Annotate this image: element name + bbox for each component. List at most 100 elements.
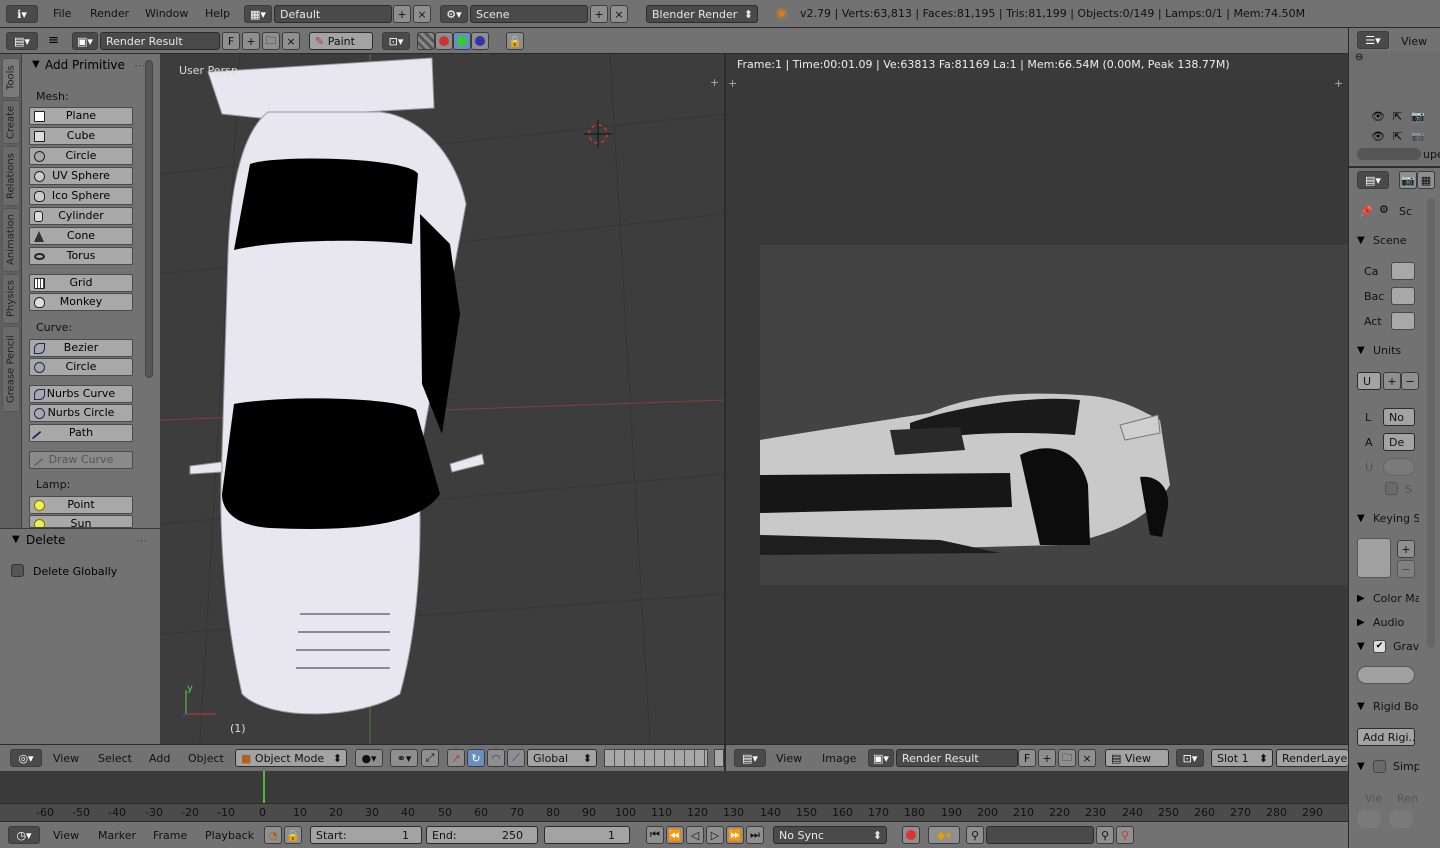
editor-type-outliner-icon[interactable]: ☰▾	[1357, 31, 1389, 49]
lock-range-icon[interactable]: 🔒	[284, 826, 302, 844]
add-plane-button[interactable]: Plane	[29, 107, 133, 125]
outliner-divider[interactable]	[1349, 166, 1440, 168]
editor-type-image-bottom-icon[interactable]: ▤▾	[734, 749, 766, 767]
render-engine-select[interactable]: Blender Render ⬍	[646, 5, 758, 23]
manipulator-toggle-icon[interactable]: ⤢	[421, 749, 439, 767]
simplify-checkbox[interactable]	[1373, 760, 1386, 773]
layer-buttons[interactable]	[604, 749, 708, 767]
add-layout-button[interactable]: +	[393, 5, 411, 23]
outliner-collapse-icon[interactable]: ⊖	[1355, 52, 1363, 63]
menu-file[interactable]: File	[53, 7, 71, 20]
editor-type-3d-icon[interactable]: ◎▾	[10, 749, 42, 767]
fake-user-bottom-button[interactable]: F	[1018, 749, 1036, 767]
add-bezier-button[interactable]: Bezier	[29, 339, 133, 357]
active-keying-set-field[interactable]	[986, 826, 1094, 844]
jump-keyframe-back-icon[interactable]: ⏪	[666, 826, 684, 844]
editor-type-info-icon[interactable]: ℹ▾	[6, 5, 38, 23]
panel-collapse-icon[interactable]: ▼	[32, 59, 40, 70]
preview-range-icon[interactable]: ◔	[264, 826, 282, 844]
panel-drag-icon[interactable]: ⋯	[134, 59, 145, 72]
image-browse-icon[interactable]: ▣▾	[72, 32, 98, 50]
editor-type-timeline-icon[interactable]: ◷▾	[8, 826, 40, 844]
draw-curve-button[interactable]: Draw Curve	[29, 451, 133, 474]
keying-set-icon[interactable]: ◆▾	[928, 826, 960, 844]
tab-physics[interactable]: Physics	[2, 274, 20, 324]
pivot-icon[interactable]: ⊡▾	[382, 32, 410, 50]
image-menu-image[interactable]: Image	[822, 752, 856, 765]
unlink-image-bottom-button[interactable]: ×	[1078, 749, 1096, 767]
editor-type-properties-icon[interactable]: ▤▾	[1357, 171, 1389, 189]
units-panel-title[interactable]: Units	[1373, 344, 1419, 357]
start-frame-field[interactable]: Start: 1	[310, 826, 422, 844]
gravity-checkbox[interactable]: ✔	[1373, 640, 1386, 653]
add-scene-button[interactable]: +	[590, 5, 608, 23]
lock-icon[interactable]: 🔒	[506, 32, 524, 50]
render-camera-icon[interactable]: 📷	[1411, 130, 1425, 143]
transform-orientation-select[interactable]: Global ⬍	[527, 749, 597, 767]
draw-channels-color-icon[interactable]	[435, 32, 453, 50]
open-image-bottom-button[interactable]: 🗀	[1058, 749, 1076, 767]
current-frame-field[interactable]: 1	[544, 826, 630, 844]
add-point-lamp-button[interactable]: Point	[29, 496, 133, 514]
viewport-shading-icon[interactable]: ●▾	[355, 749, 383, 767]
image-corner-plus-right-icon[interactable]: +	[1334, 77, 1343, 90]
tab-relations[interactable]: Relations	[2, 146, 20, 206]
lock-camera-button[interactable]	[714, 749, 724, 767]
visibility-eye-icon[interactable]: 👁	[1371, 130, 1385, 143]
keying-add-button[interactable]: +	[1397, 540, 1415, 558]
separate-units-checkbox[interactable]	[1385, 482, 1398, 495]
outliner-view-menu[interactable]: View	[1401, 35, 1427, 48]
tab-tools[interactable]: Tools	[2, 58, 20, 98]
audio-expand-icon[interactable]: ▶	[1357, 617, 1365, 628]
add-sun-lamp-button[interactable]: Sun	[29, 515, 133, 528]
scene-panel-collapse-icon[interactable]: ▼	[1357, 235, 1365, 246]
scale-manipulator-icon[interactable]: ◠	[487, 749, 505, 767]
fake-user-button[interactable]: F	[222, 32, 240, 50]
add-monkey-button[interactable]: Monkey	[29, 293, 133, 311]
viewport-menu-view[interactable]: View	[53, 752, 79, 765]
keying-sets-title[interactable]: Keying S	[1373, 512, 1419, 525]
add-curve-circle-button[interactable]: Circle	[29, 358, 133, 376]
draw-channels-z-icon[interactable]	[471, 32, 489, 50]
image-name-field[interactable]: Render Result	[100, 32, 220, 50]
menu-window[interactable]: Window	[145, 7, 188, 20]
image-name-bottom-field[interactable]: Render Result	[896, 749, 1018, 767]
operator-collapse-icon[interactable]: ▼	[12, 534, 20, 545]
delete-globally-checkbox[interactable]	[11, 564, 24, 577]
viewport-menu-add[interactable]: Add	[149, 752, 170, 765]
add-path-button[interactable]: Path	[29, 424, 133, 447]
add-nurbs-curve-button[interactable]: Nurbs Curve	[29, 385, 133, 403]
insert-keyframe-icon[interactable]: ⚲	[1096, 826, 1114, 844]
render-tab-icon[interactable]: 📷	[1399, 171, 1417, 189]
angle-system-select[interactable]: De	[1383, 433, 1415, 451]
keying-panel-collapse-icon[interactable]: ▼	[1357, 513, 1365, 524]
record-keyframe-icon[interactable]	[902, 826, 920, 844]
keying-sets-list[interactable]	[1357, 538, 1391, 578]
end-frame-field[interactable]: End: 250	[426, 826, 538, 844]
toolshelf-scrollbar[interactable]	[145, 60, 153, 378]
viewport-menu-select[interactable]: Select	[98, 752, 132, 765]
operator-drag-icon[interactable]: ⋯	[136, 534, 147, 547]
scene-panel-title[interactable]: Scene	[1373, 234, 1419, 247]
unit-scale-field[interactable]	[1383, 458, 1415, 476]
units-preset-select[interactable]: U	[1357, 372, 1381, 390]
delete-scene-button[interactable]: ×	[610, 5, 628, 23]
timeline-menu-view[interactable]: View	[53, 829, 79, 842]
add-circle-button[interactable]: Circle	[29, 147, 133, 165]
gravity-vector-field[interactable]	[1357, 666, 1415, 684]
image-menu-view[interactable]: View	[776, 752, 802, 765]
play-icon[interactable]: ▷	[706, 826, 724, 844]
add-cube-button[interactable]: Cube	[29, 127, 133, 145]
selectable-cursor-icon[interactable]: ⇱	[1393, 110, 1402, 123]
pivot-point-icon[interactable]: ⚭▾	[390, 749, 418, 767]
simplify-collapse-icon[interactable]: ▼	[1357, 761, 1365, 772]
add-uv-sphere-button[interactable]: UV Sphere	[29, 167, 133, 185]
simplify-viewport-field[interactable]	[1357, 810, 1381, 828]
pivot-bottom-icon[interactable]: ⊡▾	[1176, 749, 1204, 767]
render-layer-select[interactable]: RenderLayer	[1276, 749, 1348, 767]
render-camera-icon[interactable]: 📷	[1411, 110, 1425, 123]
unlink-image-button[interactable]: ×	[282, 32, 300, 50]
object-mode-select[interactable]: ■ Object Mode ⬍	[235, 749, 347, 767]
keying-remove-button[interactable]: −	[1397, 560, 1415, 578]
add-ico-sphere-button[interactable]: Ico Sphere	[29, 187, 133, 205]
